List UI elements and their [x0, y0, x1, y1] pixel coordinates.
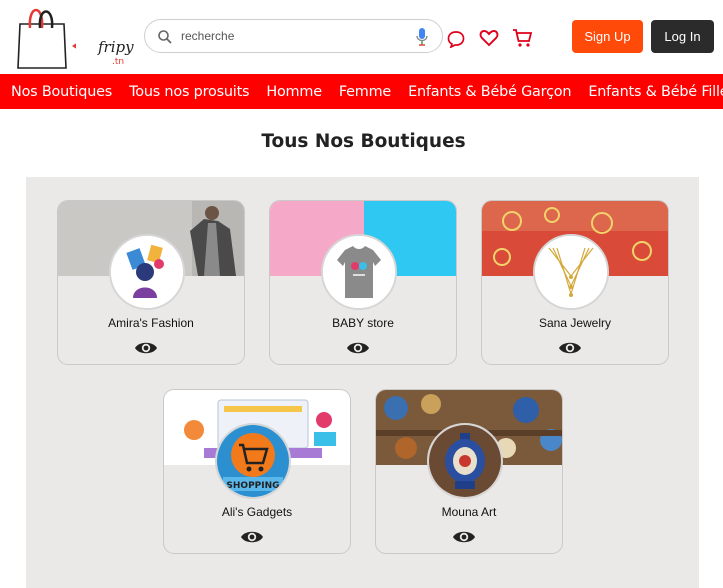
signup-button[interactable]: Sign Up [572, 20, 643, 53]
nav-item-homme[interactable]: Homme [266, 84, 322, 100]
shop-avatar: SHOPPING [215, 423, 291, 499]
shop-card[interactable]: Amira's Fashion [57, 200, 245, 365]
search-icon [158, 30, 172, 44]
header: fripy .tn Sign Up Log In [0, 0, 723, 74]
nav-item-enfants-garcon[interactable]: Enfants & Bébé Garçon [408, 84, 571, 100]
shop-card[interactable]: SHOPPING Ali's Gadgets [163, 389, 351, 554]
shopping-bag-logo-icon [17, 8, 78, 69]
logo-text: fripy [98, 38, 134, 56]
main-nav: Nos Boutiques Tous nos prosuits Homme Fe… [0, 74, 723, 109]
login-button[interactable]: Log In [651, 20, 714, 53]
shops-grid: Amira's Fashion BABY store Sana Jewelry … [26, 177, 699, 588]
shop-avatar [321, 234, 397, 310]
nav-item-enfants-fille[interactable]: Enfants & Bébé Fille [588, 84, 723, 100]
shop-name: Amira's Fashion [108, 316, 194, 330]
eye-icon[interactable] [346, 339, 370, 357]
shop-card[interactable]: Mouna Art [375, 389, 563, 554]
shop-name: Mouna Art [441, 505, 497, 519]
shop-avatar [427, 423, 503, 499]
cart-icon[interactable] [512, 28, 533, 48]
eye-icon[interactable] [134, 339, 158, 357]
shop-name: Sana Jewelry [538, 316, 612, 330]
shop-avatar [533, 234, 609, 310]
logo[interactable]: fripy .tn [14, 2, 134, 70]
heart-icon[interactable] [479, 28, 499, 48]
mic-icon[interactable] [415, 27, 429, 47]
chat-icon[interactable] [447, 30, 465, 48]
logo-domain: .tn [112, 57, 125, 67]
shop-name: BABY store [332, 316, 394, 330]
page-title: Tous Nos Boutiques [261, 131, 466, 152]
shop-name: Ali's Gadgets [221, 505, 293, 519]
shop-card[interactable]: Sana Jewelry [481, 200, 669, 365]
shop-card[interactable]: BABY store [269, 200, 457, 365]
shop-avatar [109, 234, 185, 310]
nav-item-nos-boutiques[interactable]: Nos Boutiques [11, 84, 112, 100]
search-input[interactable] [181, 26, 401, 46]
svg-text:SHOPPING: SHOPPING [226, 481, 279, 491]
eye-icon[interactable] [452, 528, 476, 546]
nav-item-tous-produits[interactable]: Tous nos prosuits [129, 84, 249, 100]
search-bar[interactable] [144, 19, 443, 53]
eye-icon[interactable] [240, 528, 264, 546]
eye-icon[interactable] [558, 339, 582, 357]
nav-item-femme[interactable]: Femme [339, 84, 391, 100]
